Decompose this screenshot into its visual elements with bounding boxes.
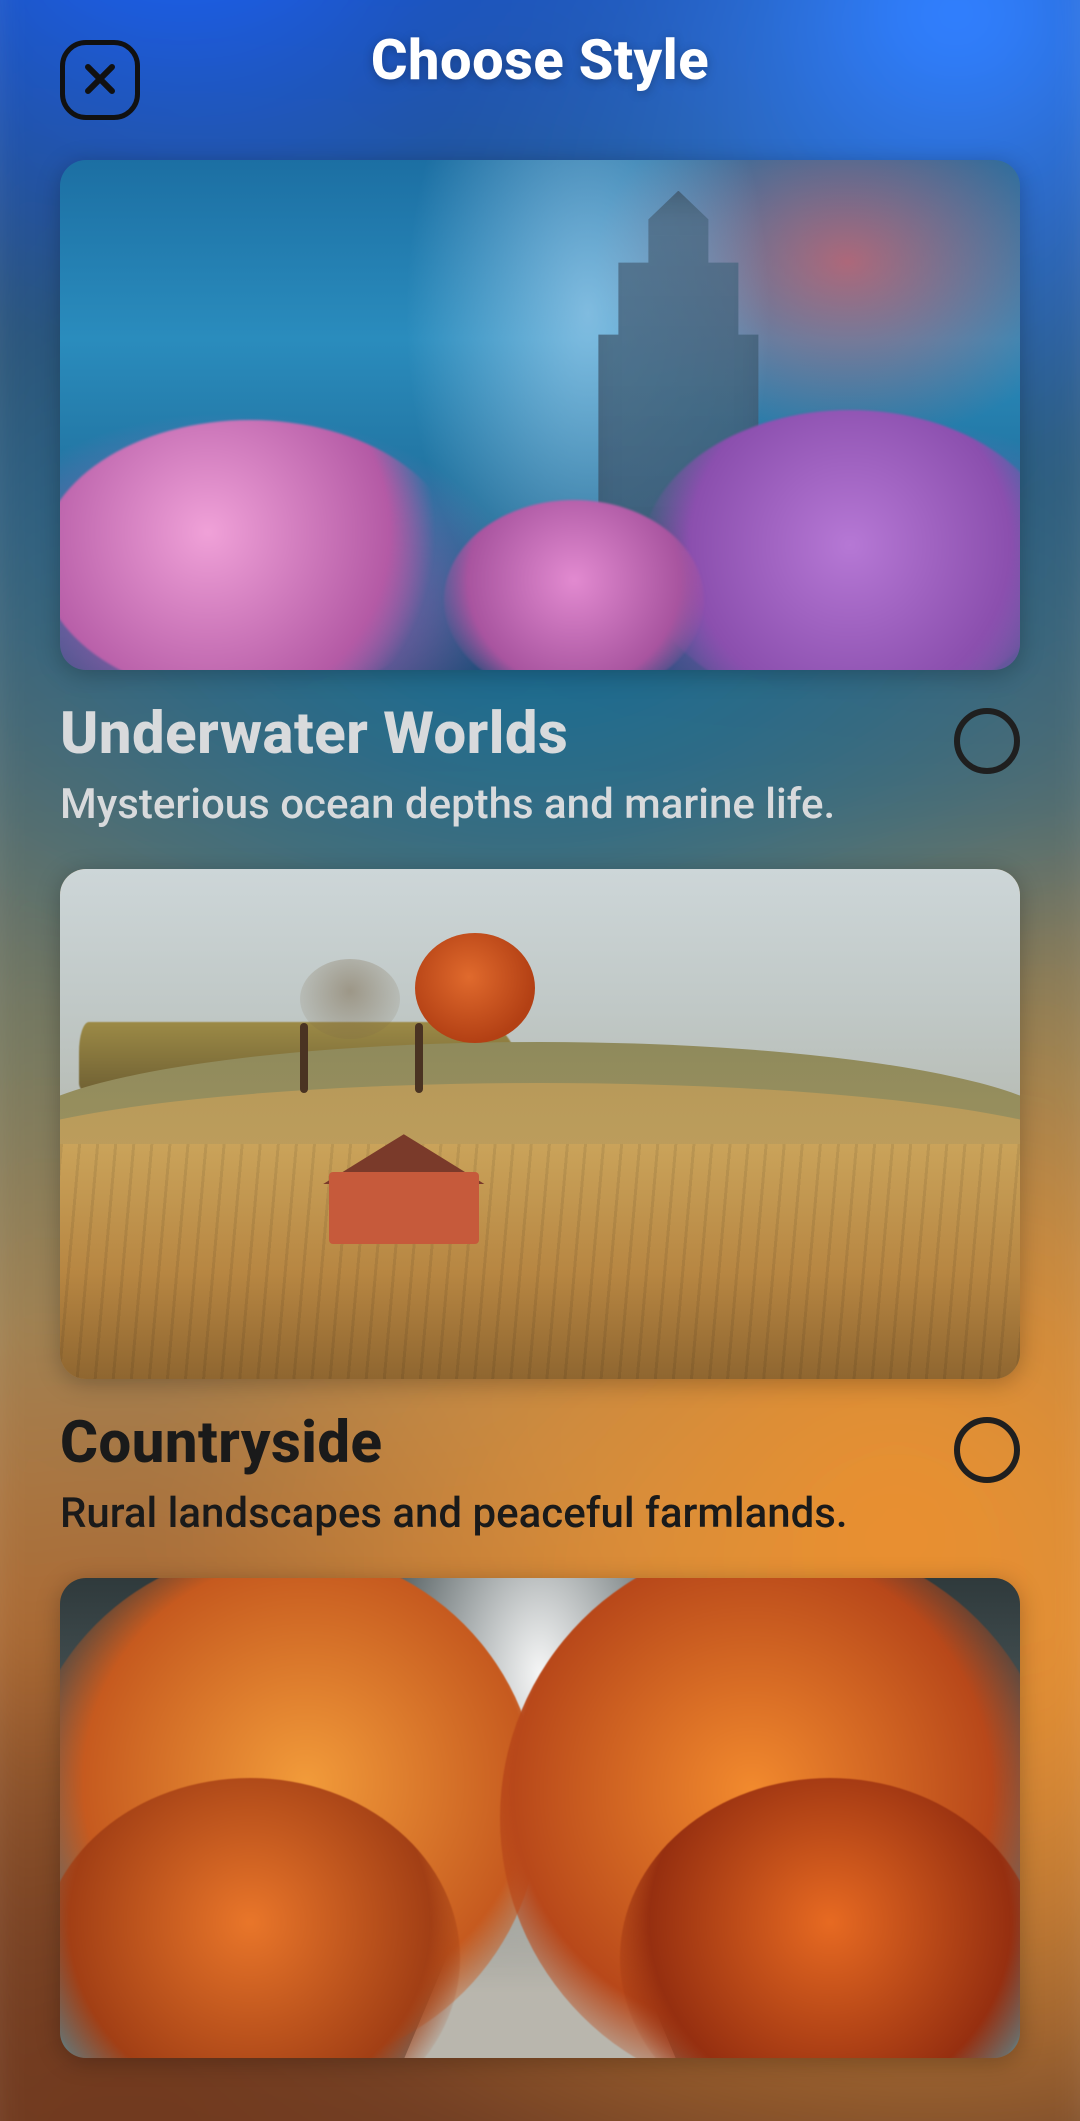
choose-style-screen: Choose Style Underwater Worlds Mysteriou… (0, 0, 1080, 2121)
page-title: Choose Style (371, 27, 709, 93)
style-description: Mysterious ocean depths and marine life. (60, 780, 914, 829)
style-thumbnail[interactable] (60, 869, 1020, 1379)
house-shape (329, 1134, 479, 1244)
close-button[interactable] (60, 40, 140, 120)
style-radio[interactable] (954, 708, 1020, 774)
style-thumbnail[interactable] (60, 1578, 1020, 2058)
field-shape (60, 1144, 1020, 1379)
header: Choose Style (0, 0, 1080, 120)
style-title: Underwater Worlds (60, 700, 914, 768)
style-meta: Underwater Worlds Mysterious ocean depth… (60, 670, 1020, 829)
style-card-underwater-worlds[interactable]: Underwater Worlds Mysterious ocean depth… (60, 160, 1020, 829)
style-title: Countryside (60, 1409, 914, 1477)
coral-shape (60, 420, 460, 670)
style-card-autumn-forest[interactable] (60, 1578, 1020, 2058)
style-card-countryside[interactable]: Countryside Rural landscapes and peacefu… (60, 869, 1020, 1538)
close-icon (80, 59, 120, 102)
style-description: Rural landscapes and peaceful farmlands. (60, 1489, 914, 1538)
style-thumbnail[interactable] (60, 160, 1020, 670)
style-list[interactable]: Underwater Worlds Mysterious ocean depth… (0, 120, 1080, 2058)
style-meta: Countryside Rural landscapes and peacefu… (60, 1379, 1020, 1538)
style-radio[interactable] (954, 1417, 1020, 1483)
